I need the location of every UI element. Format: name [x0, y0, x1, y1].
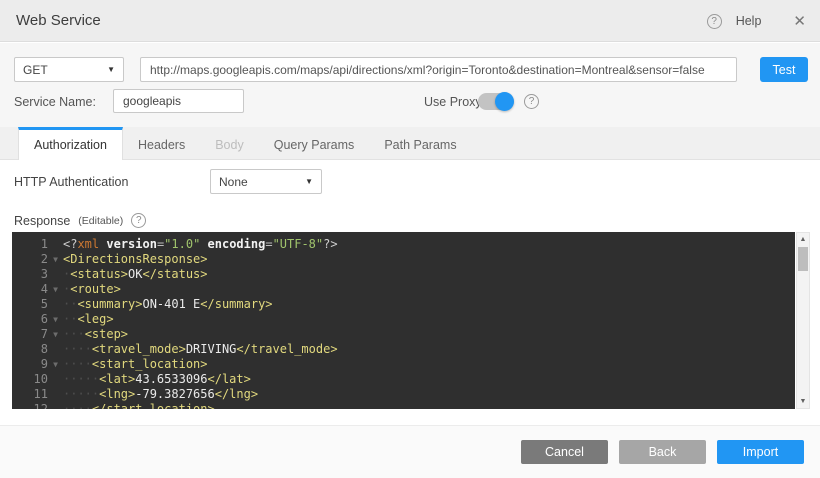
fold-spacer: [48, 372, 63, 387]
tab-authorization[interactable]: Authorization: [18, 127, 123, 160]
code-text: ··<leg>: [63, 312, 795, 327]
line-number: 8: [12, 342, 48, 357]
line-number: 10: [12, 372, 48, 387]
chevron-down-icon: ▼: [305, 177, 313, 186]
fold-arrow-icon[interactable]: ▼: [48, 312, 63, 327]
fold-spacer: [48, 237, 63, 252]
fold-arrow-icon[interactable]: ▼: [48, 282, 63, 297]
fold-arrow-icon[interactable]: ▼: [48, 327, 63, 342]
use-proxy-toggle[interactable]: [478, 93, 514, 110]
test-button[interactable]: Test: [760, 57, 808, 82]
line-number: 3: [12, 267, 48, 282]
fold-spacer: [48, 402, 63, 409]
tab-path-params[interactable]: Path Params: [369, 127, 471, 159]
code-line: 9▼····<start_location>: [12, 357, 795, 372]
response-editable-label: (Editable): [78, 215, 123, 227]
scroll-down-icon[interactable]: ▼: [797, 395, 809, 408]
dialog-footer: Cancel Back Import: [0, 425, 820, 478]
page-title: Web Service: [16, 0, 101, 42]
fold-spacer: [48, 267, 63, 282]
back-button[interactable]: Back: [619, 440, 706, 464]
request-form: GET ▼ Test Service Name: Use Proxy: ?: [0, 43, 820, 127]
code-text: ····<travel_mode>DRIVING</travel_mode>: [63, 342, 795, 357]
code-line: 4▼·<route>: [12, 282, 795, 297]
code-text: ·····<lng>-79.3827656</lng>: [63, 387, 795, 402]
code-text: <?xml version="1.0" encoding="UTF-8"?>: [63, 237, 795, 252]
code-line: 11 ·····<lng>-79.3827656</lng>: [12, 387, 795, 402]
cancel-button[interactable]: Cancel: [521, 440, 608, 464]
fold-spacer: [48, 297, 63, 312]
response-label: Response: [14, 214, 70, 228]
code-line: 3 ·<status>OK</status>: [12, 267, 795, 282]
line-number: 9: [12, 357, 48, 372]
line-number: 5: [12, 297, 48, 312]
http-auth-select-value: None: [219, 175, 248, 189]
tab-query-params[interactable]: Query Params: [259, 127, 370, 159]
service-name-label: Service Name:: [14, 95, 96, 109]
response-question-icon[interactable]: ?: [131, 213, 146, 228]
help-question-icon[interactable]: ?: [707, 14, 722, 29]
code-line: 6▼··<leg>: [12, 312, 795, 327]
code-text: ·····<lat>43.6533096</lat>: [63, 372, 795, 387]
code-lines: 1<?xml version="1.0" encoding="UTF-8"?>2…: [12, 237, 795, 409]
line-number: 4: [12, 282, 48, 297]
method-select[interactable]: GET ▼: [14, 57, 124, 82]
fold-spacer: [48, 342, 63, 357]
close-icon[interactable]: ✕: [793, 12, 806, 30]
code-text: ··<summary>ON-401 E</summary>: [63, 297, 795, 312]
code-text: <DirectionsResponse>: [63, 252, 795, 267]
line-number: 2: [12, 252, 48, 267]
line-number: 7: [12, 327, 48, 342]
code-line: 7▼···<step>: [12, 327, 795, 342]
line-number: 1: [12, 237, 48, 252]
http-auth-label: HTTP Authentication: [14, 175, 128, 189]
service-name-input[interactable]: [113, 89, 244, 113]
code-text: ····<start_location>: [63, 357, 795, 372]
code-line: 5 ··<summary>ON-401 E</summary>: [12, 297, 795, 312]
chevron-down-icon: ▼: [107, 65, 115, 74]
code-line: 2▼<DirectionsResponse>: [12, 252, 795, 267]
use-proxy-label: Use Proxy:: [424, 95, 485, 109]
tab-headers[interactable]: Headers: [123, 127, 200, 159]
code-line: 8 ····<travel_mode>DRIVING</travel_mode>: [12, 342, 795, 357]
help-link[interactable]: Help: [736, 14, 762, 28]
toggle-knob-icon: [495, 92, 514, 111]
fold-arrow-icon[interactable]: ▼: [48, 252, 63, 267]
url-input[interactable]: [140, 57, 737, 82]
proxy-question-icon[interactable]: ?: [524, 94, 539, 109]
code-editor[interactable]: 1<?xml version="1.0" encoding="UTF-8"?>2…: [12, 232, 795, 409]
dialog-header: Web Service ? Help ✕: [0, 0, 820, 42]
line-number: 12: [12, 402, 48, 409]
http-auth-select[interactable]: None ▼: [210, 169, 322, 194]
code-line: 10 ·····<lat>43.6533096</lat>: [12, 372, 795, 387]
line-number: 6: [12, 312, 48, 327]
response-label-row: Response (Editable) ?: [14, 213, 146, 228]
scrollbar-thumb[interactable]: [798, 247, 808, 271]
editor-scrollbar[interactable]: ▲ ▼: [796, 232, 810, 409]
scroll-up-icon[interactable]: ▲: [797, 233, 809, 246]
method-select-value: GET: [23, 63, 48, 77]
code-text: ···<step>: [63, 327, 795, 342]
fold-spacer: [48, 387, 63, 402]
import-button[interactable]: Import: [717, 440, 804, 464]
code-text: ·<route>: [63, 282, 795, 297]
line-number: 11: [12, 387, 48, 402]
tab-body[interactable]: Body: [200, 127, 259, 159]
code-line: 1 <?xml version="1.0" encoding="UTF-8"?>: [12, 237, 795, 252]
fold-arrow-icon[interactable]: ▼: [48, 357, 63, 372]
code-text: ·<status>OK</status>: [63, 267, 795, 282]
tab-bar: AuthorizationHeadersBodyQuery ParamsPath…: [0, 127, 820, 160]
code-text: ····</start_location>: [63, 402, 795, 409]
code-line: 12 ····</start_location>: [12, 402, 795, 409]
